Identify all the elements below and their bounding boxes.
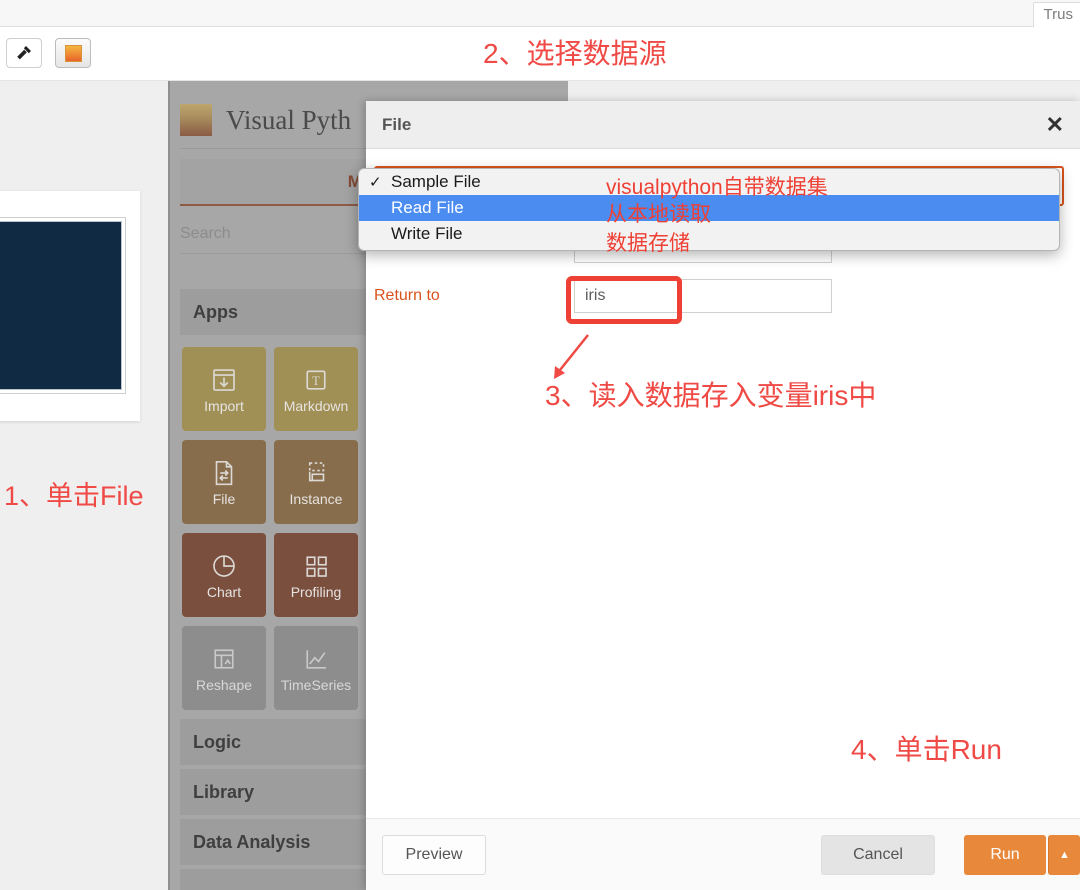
- dropdown-item-label: Write File: [391, 224, 463, 243]
- hammer-icon: [17, 46, 31, 60]
- svg-text:T: T: [312, 374, 320, 388]
- visual-python-logo-icon: [64, 44, 82, 62]
- run-button[interactable]: Run: [964, 835, 1046, 875]
- close-icon[interactable]: ✕: [1046, 113, 1064, 136]
- app-tile-markdown[interactable]: T Markdown: [274, 347, 358, 431]
- screenshot-root: Trus Visual Pyth Menu Search Apps: [0, 0, 1080, 890]
- annotation-step-2: 2、选择数据源: [483, 38, 667, 69]
- annotation-sample-file: visualpython自带数据集: [606, 176, 828, 199]
- hammer-icon-button[interactable]: [6, 38, 42, 68]
- preview-button[interactable]: Preview: [382, 835, 486, 875]
- app-tile-label: File: [212, 490, 236, 507]
- caret-up-icon[interactable]: ▲: [1048, 835, 1080, 875]
- app-tile-profiling[interactable]: Profiling: [274, 533, 358, 617]
- app-tile-label: Instance: [289, 490, 343, 507]
- file-dialog-title: File: [382, 114, 412, 134]
- check-icon: ✓: [369, 174, 382, 191]
- app-tile-chart[interactable]: Chart: [182, 533, 266, 617]
- app-tile-label: Chart: [206, 583, 242, 600]
- cancel-button[interactable]: Cancel: [821, 835, 935, 875]
- box-arrow-down-icon: [213, 368, 235, 391]
- file-dialog-footer: Preview Cancel Run ▲: [366, 818, 1080, 890]
- file-transfer-icon: [215, 460, 233, 485]
- annotation-step-4: 4、单击Run: [851, 734, 1002, 765]
- annotation-read-file: 从本地读取: [606, 203, 711, 226]
- visual-python-toolbar-button[interactable]: [55, 38, 91, 68]
- instance-icon: [308, 461, 325, 481]
- reshape-icon: [214, 648, 234, 669]
- grid-squares-icon: [306, 555, 327, 577]
- file-dialog-header: File ✕: [366, 101, 1080, 149]
- notebook-code-cell[interactable]: [0, 217, 126, 394]
- app-tile-instance[interactable]: Instance: [274, 440, 358, 524]
- notebook-page: [0, 191, 140, 421]
- line-chart-icon: [306, 649, 326, 669]
- annotation-arrow: [554, 334, 589, 379]
- app-tile-label: TimeSeries: [280, 676, 352, 693]
- annotation-step-1: 1、单击File: [4, 481, 144, 511]
- vp-panel-title: Visual Pyth: [226, 104, 352, 135]
- app-tile-label: Profiling: [290, 583, 342, 600]
- text-box-icon: T: [306, 369, 326, 390]
- trusted-indicator[interactable]: Trus: [1032, 2, 1080, 28]
- return-to-highlight-rect: [566, 276, 682, 324]
- app-tile-timeseries[interactable]: TimeSeries: [274, 626, 358, 710]
- code-cell-editor[interactable]: [0, 221, 122, 390]
- app-tile-file[interactable]: File: [182, 440, 266, 524]
- pie-chart-icon: [213, 554, 235, 577]
- dropdown-item-label: Read File: [391, 198, 464, 217]
- return-to-label: Return to: [374, 287, 440, 304]
- app-tile-reshape[interactable]: Reshape: [182, 626, 266, 710]
- jupyter-top-strip: Trus: [0, 0, 1080, 28]
- app-tile-label: Markdown: [283, 397, 349, 414]
- annotation-write-file: 数据存储: [606, 232, 690, 255]
- app-tile-label: Reshape: [195, 676, 253, 693]
- app-tile-import[interactable]: Import: [182, 347, 266, 431]
- app-tile-label: Import: [204, 397, 244, 414]
- visual-python-logo-icon: [180, 104, 212, 136]
- dropdown-item-label: Sample File: [391, 172, 481, 191]
